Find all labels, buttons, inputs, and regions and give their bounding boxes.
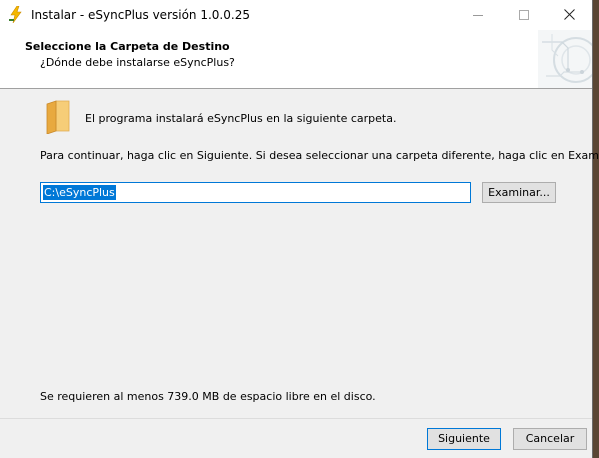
- close-icon: [564, 9, 575, 20]
- intro-text: El programa instalará eSyncPlus en la si…: [85, 112, 397, 125]
- browse-button[interactable]: Examinar...: [482, 182, 556, 203]
- disk-space-text: Se requieren al menos 739.0 MB de espaci…: [40, 390, 376, 403]
- wizard-banner-icon: [538, 30, 592, 88]
- close-button[interactable]: [546, 0, 592, 30]
- minimize-button[interactable]: [456, 0, 502, 30]
- lightning-bolt-icon: [9, 6, 22, 23]
- install-path-value: C:\eSyncPlus: [43, 185, 116, 200]
- install-path-input[interactable]: C:\eSyncPlus: [40, 182, 471, 203]
- folder-icon: [46, 100, 70, 134]
- wizard-header: Seleccione la Carpeta de Destino ¿Dónde …: [0, 30, 592, 89]
- maximize-button[interactable]: [502, 0, 548, 30]
- cancel-button[interactable]: Cancelar: [513, 428, 587, 450]
- instructions-text: Para continuar, haga clic en Siguiente. …: [40, 149, 599, 162]
- title-bar[interactable]: Instalar - eSyncPlus versión 1.0.0.25: [0, 0, 592, 30]
- window-title: Instalar - eSyncPlus versión 1.0.0.25: [31, 8, 250, 22]
- installer-window: Instalar - eSyncPlus versión 1.0.0.25 Se…: [0, 0, 599, 458]
- page-subtitle: ¿Dónde debe instalarse eSyncPlus?: [40, 56, 235, 69]
- footer-divider: [0, 418, 592, 419]
- page-title: Seleccione la Carpeta de Destino: [25, 40, 230, 53]
- next-button[interactable]: Siguiente: [427, 428, 501, 450]
